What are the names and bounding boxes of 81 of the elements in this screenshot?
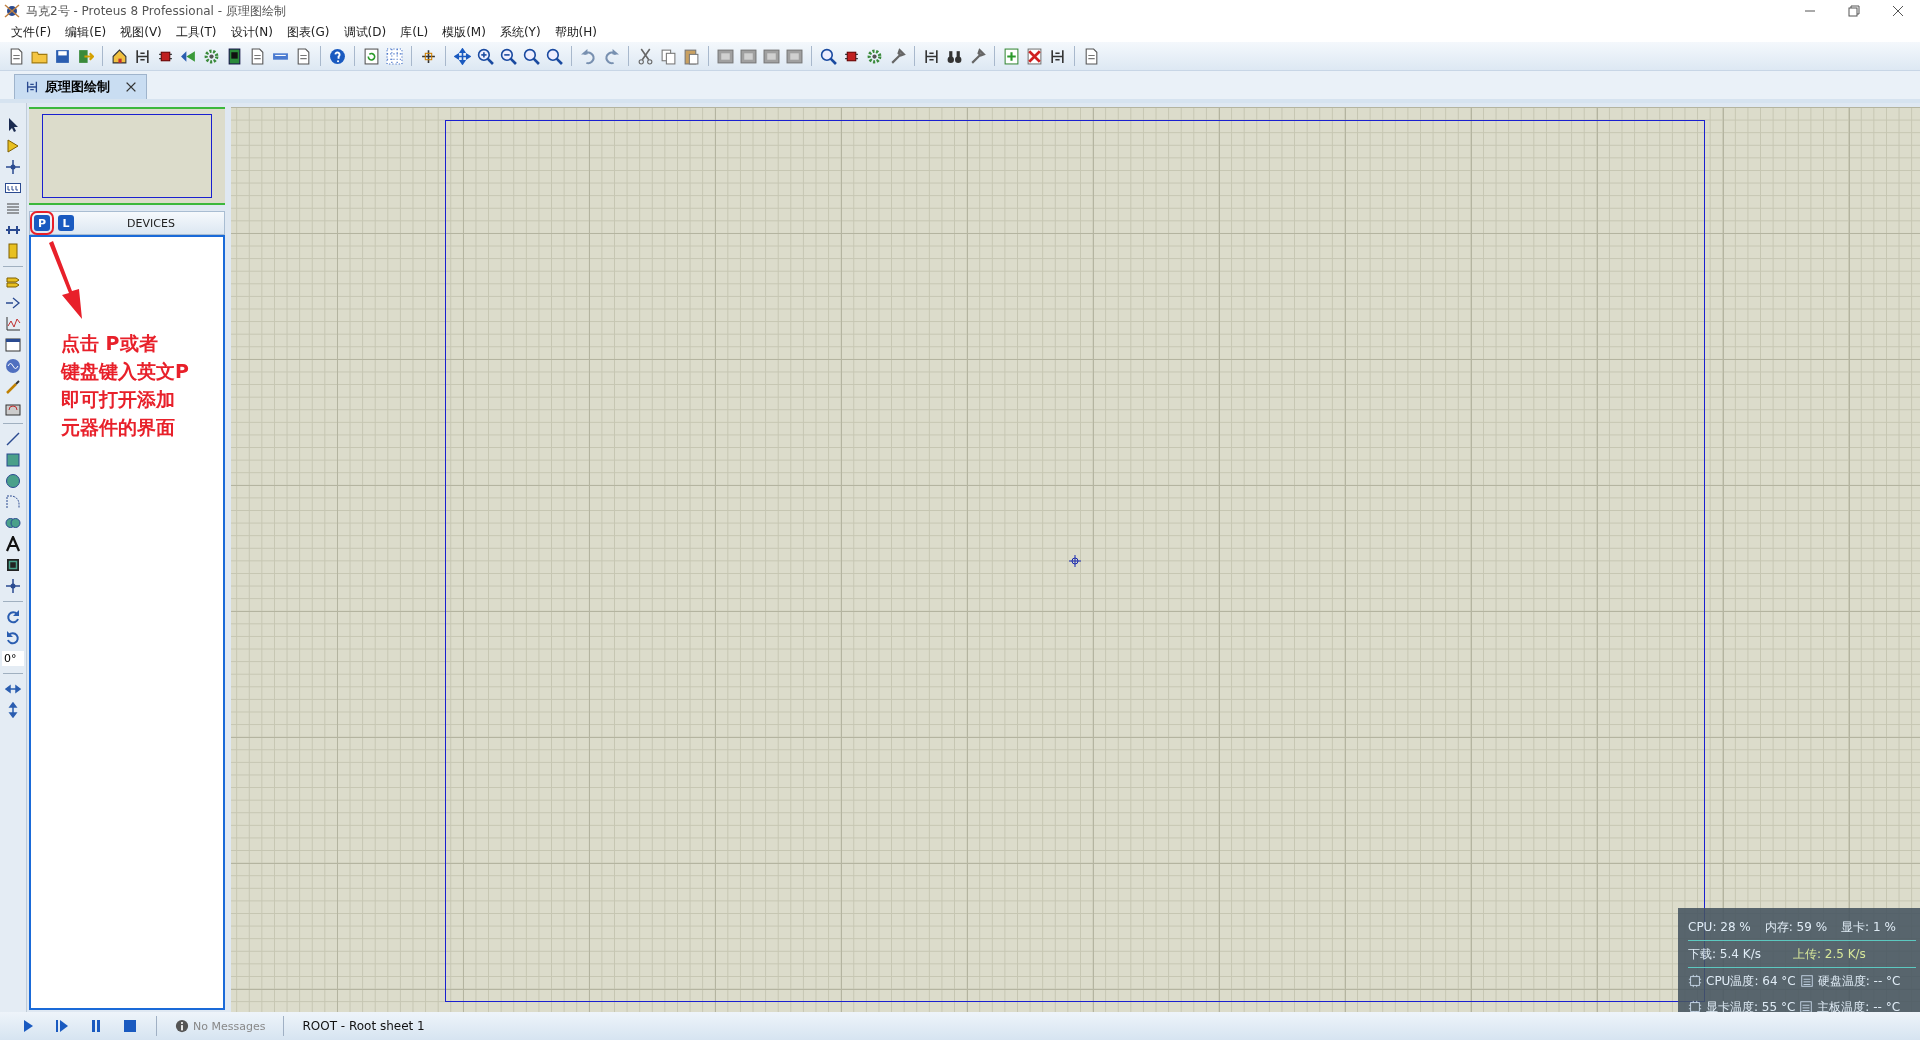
paste-icon[interactable] [683, 47, 700, 65]
monitor-reading: 显卡温度: 55 °C [1706, 998, 1796, 1012]
mode-button[interactable]: L [58, 215, 74, 231]
close-icon[interactable] [124, 80, 138, 94]
origin-marker [1069, 555, 1081, 567]
monitor-reading: 主板温度: -- °C [1817, 998, 1901, 1012]
restore-icon[interactable] [1846, 3, 1862, 19]
monitor-reading: 显卡: 1 % [1841, 918, 1896, 936]
redo-icon[interactable] [603, 47, 620, 65]
rotation-field[interactable]: 0° [2, 651, 24, 666]
copy-icon[interactable] [660, 47, 677, 65]
monitor-reading: 内存: 59 % [1764, 918, 1828, 936]
probe-icon[interactable] [5, 379, 21, 395]
menu-item[interactable]: 编辑(E) [58, 23, 114, 41]
cut-icon[interactable] [637, 47, 654, 65]
new-file-icon[interactable] [8, 47, 25, 65]
help-icon[interactable] [329, 47, 346, 65]
chip-icon [1688, 1000, 1702, 1012]
monitor-reading: 上传: 2.5 K/s [1792, 945, 1866, 963]
zoom-out-icon[interactable] [500, 47, 517, 65]
gear-icon[interactable] [203, 47, 220, 65]
line-icon[interactable] [5, 431, 21, 447]
refresh-icon[interactable] [363, 47, 380, 65]
component-icon[interactable] [5, 138, 21, 154]
terminal-icon[interactable] [5, 274, 21, 290]
undo-icon[interactable] [580, 47, 597, 65]
generator-icon[interactable] [5, 358, 21, 374]
tab-label: 原理图绘制 [45, 78, 110, 96]
menu-item[interactable]: 模版(M) [435, 23, 493, 41]
import-icon[interactable] [77, 47, 94, 65]
menu-item[interactable]: 帮助(H) [547, 23, 604, 41]
menu-item[interactable]: 设计(N) [223, 23, 280, 41]
menu-item[interactable]: 图表(G) [279, 23, 337, 41]
menu-item[interactable]: 视图(V) [113, 23, 169, 41]
status-message: No Messages [193, 1019, 266, 1033]
marker-icon[interactable] [5, 578, 21, 594]
info-icon [175, 1019, 189, 1033]
schematic-icon[interactable] [134, 47, 151, 65]
monitor-reading: 硬盘温度: -- °C [1817, 972, 1901, 990]
sheet-name: ROOT - Root sheet 1 [302, 1019, 426, 1033]
stop-icon[interactable] [122, 1018, 138, 1034]
app-icon [4, 3, 20, 19]
menu-item[interactable]: 系统(Y) [492, 23, 548, 41]
zoom-in-icon[interactable] [477, 47, 494, 65]
origin-icon[interactable] [420, 47, 437, 65]
label-icon[interactable] [5, 180, 21, 196]
rotate-ccw-icon[interactable] [5, 630, 21, 646]
zoom-icon[interactable] [523, 47, 540, 65]
document-tab[interactable]: 原理图绘制 [14, 74, 147, 99]
page-icon[interactable] [295, 47, 312, 65]
close-icon[interactable] [1890, 3, 1906, 19]
menu-item[interactable]: 工具(T) [168, 23, 224, 41]
schematic-icon [25, 80, 39, 94]
delete-sheet-icon[interactable] [1026, 47, 1043, 65]
annotation-text: 点击 P或者 键盘键入英文P 即可打开添加 元器件的界面 [61, 331, 189, 440]
monitor-reading: CPU: 28 % [1688, 920, 1751, 934]
report-icon[interactable] [1083, 47, 1100, 65]
window-title: 马克2号 - Proteus 8 Professional - 原理图绘制 [26, 2, 286, 20]
document-icon[interactable] [249, 47, 266, 65]
home-icon[interactable] [111, 47, 128, 65]
tool-icon[interactable] [889, 47, 906, 65]
rotate-cw-icon[interactable] [5, 609, 21, 625]
panel-title: DEVICES [126, 216, 176, 230]
menu-item[interactable]: 文件(F) [4, 23, 59, 41]
junction-icon[interactable] [5, 159, 21, 175]
move-icon[interactable] [454, 47, 471, 65]
menu-item[interactable]: 库(L) [393, 23, 436, 41]
graph-icon[interactable] [5, 316, 21, 332]
step-icon[interactable] [54, 1018, 70, 1034]
menu-item[interactable]: 调试(D) [336, 23, 394, 41]
text-icon[interactable] [5, 536, 21, 552]
save-icon[interactable] [54, 47, 71, 65]
monitor-reading: CPU温度: 64 °C [1706, 972, 1796, 990]
box-icon[interactable] [5, 452, 21, 468]
circle-icon[interactable] [5, 473, 21, 489]
monitor-reading: 下载: 5.4 K/s [1688, 945, 1761, 963]
schematic-canvas[interactable]: CPU: 28 % 内存: 59 % 显卡: 1 % 下载: 5.4 K/s 上传: 2.5 K/s CPU温度: 64 °C 硬盘温度: -- °C 显卡温度: 55 °C 主板温度: -- °C [231, 107, 1920, 1012]
board-icon[interactable] [226, 47, 243, 65]
grid-icon[interactable] [386, 47, 403, 65]
add-sheet-icon[interactable] [1003, 47, 1020, 65]
chip-icon [1688, 974, 1702, 988]
